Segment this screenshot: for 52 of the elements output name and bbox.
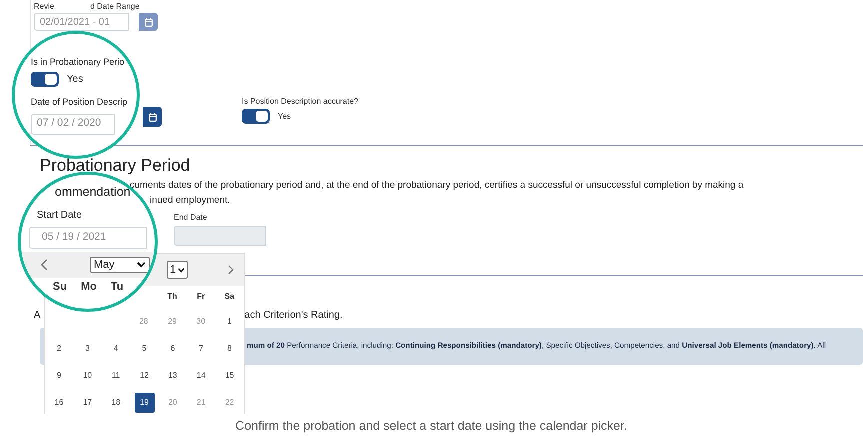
calendar-day[interactable]: 5 [134, 338, 155, 358]
calendar-day[interactable]: 3 [78, 338, 98, 358]
field-label: Date of Position Descrip [31, 96, 128, 109]
calendar-day[interactable]: 10 [78, 366, 98, 386]
calendar-icon [148, 112, 156, 122]
calendar-day[interactable]: 12 [134, 366, 155, 386]
description-text: inued employment. [150, 194, 230, 208]
calendar-day[interactable]: 13 [162, 366, 183, 386]
date-field[interactable]: 07 / 02 / 2020 [31, 114, 115, 134]
field-label: d Date Range [90, 2, 140, 12]
calendar-icon [144, 18, 152, 26]
caret-icon [137, 262, 146, 268]
criteria-text: A [34, 309, 41, 323]
field-label: Start Date [37, 208, 82, 223]
criteria-text: ach Criterion's Rating. [244, 309, 343, 323]
caret-icon [178, 268, 186, 272]
calendar-button[interactable] [143, 107, 162, 127]
calendar-day[interactable]: 2 [49, 338, 70, 358]
toggle-label: Yes [278, 112, 292, 122]
weekday-label: Su [53, 280, 68, 295]
date-field[interactable]: 05 / 19 / 2021 [29, 226, 147, 249]
field-label: Is Position Description accurate? [242, 97, 358, 107]
toggle-switch[interactable] [31, 72, 59, 87]
description-text: ommendation [55, 185, 131, 201]
calendar-day[interactable]: 18 [106, 392, 126, 412]
caption: Confirm the probation and select a start date using the calendar picker. [234, 418, 628, 435]
weekday-label: Mo [81, 280, 97, 295]
calendar-day[interactable]: 8 [220, 338, 240, 358]
calendar-day[interactable]: 7 [191, 338, 212, 358]
calendar-day[interactable]: 16 [49, 392, 70, 412]
toggle-label: Yes [67, 73, 84, 87]
field-label: Revie [34, 2, 54, 12]
year-select[interactable]: 1 [167, 260, 188, 280]
calendar-day[interactable]: 14 [191, 366, 212, 386]
calendar-day[interactable]: 17 [78, 392, 98, 412]
calendar-day[interactable]: 4 [106, 338, 126, 358]
field-label: End Date [174, 213, 208, 223]
weekday-label: Tu [110, 280, 124, 295]
calendar-day[interactable]: 19 [134, 392, 155, 412]
field-label: Is in Probationary Perio [31, 56, 125, 68]
end-date-field[interactable] [174, 226, 266, 246]
calendar-day[interactable]: 9 [49, 366, 70, 386]
calendar-day[interactable]: 15 [220, 366, 240, 386]
month-select[interactable]: May [90, 256, 150, 273]
weekday-label: Fr [196, 291, 206, 303]
weekday-label: Th [166, 291, 178, 303]
description-text: cuments dates of the probationary period and, at the end of the probationary period, certifies a successful or unsuccessful completion by making a [130, 179, 744, 193]
toggle-switch[interactable] [242, 109, 270, 124]
weekday-label: Sa [224, 291, 236, 303]
section-title: Probationary Period [40, 156, 190, 176]
calendar-day[interactable]: 6 [162, 338, 183, 358]
calendar-day[interactable]: 11 [106, 366, 126, 386]
